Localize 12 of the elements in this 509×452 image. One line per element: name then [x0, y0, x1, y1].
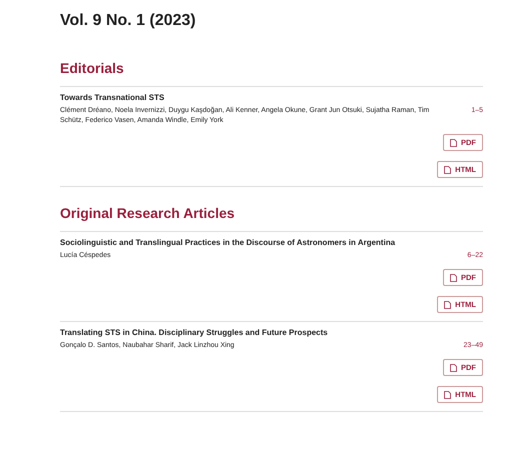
issue-title: Vol. 9 No. 1 (2023) — [60, 12, 197, 30]
article-title[interactable]: Sociolinguistic and Translingual Practices in the Discourse of Astronomers in Argentina — [60, 238, 483, 247]
section-heading: Original Research Articles — [60, 205, 483, 232]
document-icon — [450, 138, 457, 146]
article-title[interactable]: Towards Transnational STS — [60, 93, 483, 102]
document-icon — [444, 390, 452, 398]
document-icon — [444, 300, 452, 308]
document-icon — [450, 274, 457, 282]
section-heading: Editorials — [60, 60, 483, 87]
document-icon — [450, 364, 457, 372]
article-title[interactable]: Translating STS in China. Disciplinary Struggles and Future Prospects — [60, 328, 483, 337]
document-icon — [444, 166, 452, 174]
